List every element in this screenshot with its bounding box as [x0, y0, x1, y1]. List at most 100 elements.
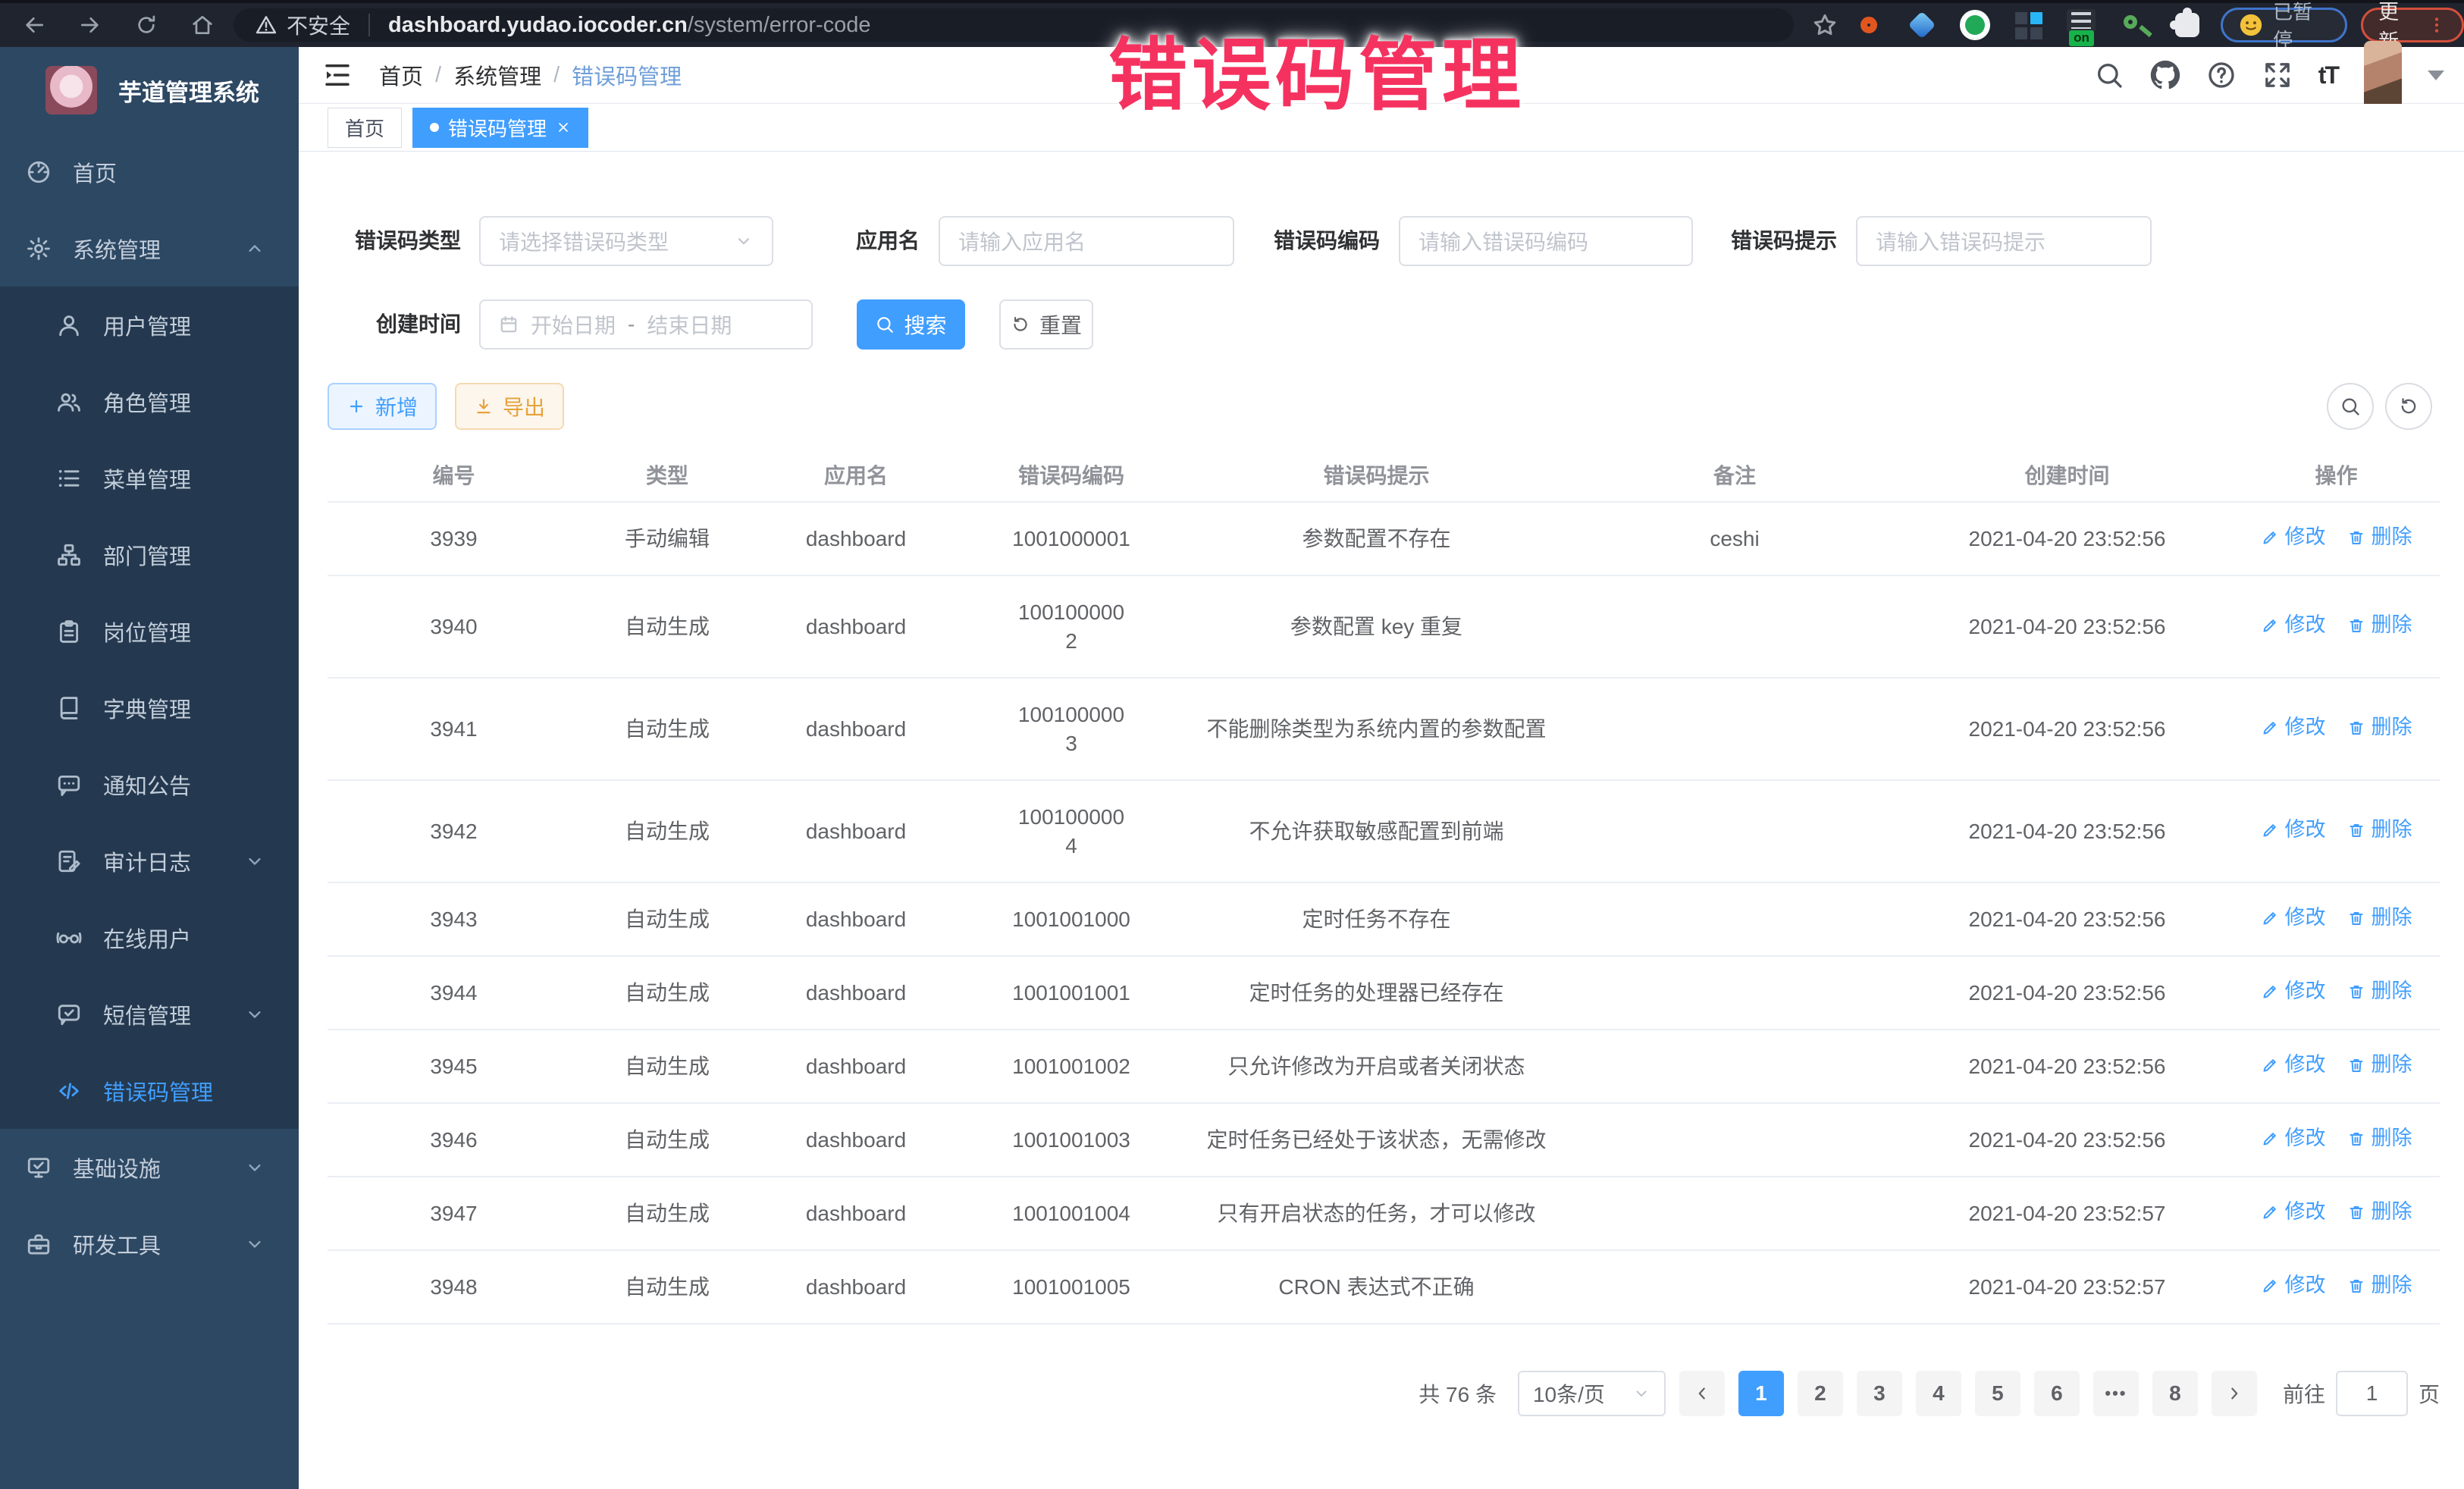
export-button[interactable]: 导出 — [455, 383, 564, 430]
breadcrumb-item[interactable]: 首页 — [379, 59, 423, 91]
sidebar-item-label: 角色管理 — [103, 386, 191, 418]
sidebar-item-role-management[interactable]: 角色管理 — [0, 363, 299, 440]
edit-link[interactable]: 修改 — [2261, 523, 2326, 550]
browser-menu-icon[interactable] — [2427, 15, 2447, 35]
page-size-select[interactable]: 10条/页 — [1518, 1371, 1666, 1416]
sidebar-item-system-management[interactable]: 系统管理 — [0, 210, 299, 287]
github-icon[interactable] — [2150, 60, 2180, 90]
edit-link[interactable]: 修改 — [2261, 816, 2326, 843]
breadcrumb-item[interactable]: 系统管理 — [453, 59, 541, 91]
puzzle-extension-icon[interactable] — [2171, 8, 2204, 42]
pagination-page[interactable]: 4 — [1916, 1371, 1961, 1416]
forward-icon[interactable] — [76, 11, 105, 39]
pagination-page-more[interactable]: ••• — [2093, 1371, 2139, 1416]
edit-link[interactable]: 修改 — [2261, 713, 2326, 741]
gem-extension-icon[interactable] — [1905, 8, 1939, 42]
delete-link[interactable]: 删除 — [2347, 904, 2412, 931]
sidebar-item-sms-management[interactable]: 短信管理 — [0, 976, 299, 1052]
sidebar-item-post-management[interactable]: 岗位管理 — [0, 593, 299, 669]
search-icon[interactable] — [2094, 60, 2124, 90]
sidebar-item-error-code-management[interactable]: 错误码管理 — [0, 1052, 299, 1129]
sidebar-item-audit-log[interactable]: 审计日志 — [0, 823, 299, 899]
sidebar-item-infrastructure[interactable]: 基础设施 — [0, 1129, 299, 1205]
pagination-page[interactable]: 1 — [1738, 1371, 1784, 1416]
help-icon[interactable] — [2206, 60, 2237, 90]
error-hint-input[interactable]: 请输入错误码提示 — [1856, 216, 2152, 266]
edit-link[interactable]: 修改 — [2261, 904, 2326, 931]
add-button[interactable]: 新增 — [328, 383, 437, 430]
sidebar-item-menu-management[interactable]: 菜单管理 — [0, 440, 299, 516]
delete-link[interactable]: 删除 — [2347, 1124, 2412, 1152]
edit-icon — [2261, 1130, 2279, 1148]
sidebar-item-dict-management[interactable]: 字典管理 — [0, 669, 299, 746]
paused-extension-chip[interactable]: 已暂停 — [2221, 8, 2347, 42]
bookmark-star-icon[interactable] — [1810, 11, 1839, 39]
cell-hint: 定时任务不存在 — [1185, 882, 1568, 956]
cell-actions: 修改删除 — [2233, 502, 2440, 575]
edit-link-label: 修改 — [2285, 1051, 2326, 1078]
browser-update-button[interactable]: 更新 — [2361, 8, 2464, 42]
tab-active[interactable]: 错误码管理 — [412, 108, 588, 148]
back-icon[interactable] — [20, 11, 49, 39]
tab-0[interactable]: 首页 — [328, 108, 402, 148]
delete-link[interactable]: 删除 — [2347, 523, 2412, 550]
v-extension-icon[interactable] — [1958, 8, 1992, 42]
reload-icon[interactable] — [132, 11, 161, 39]
create-time-range-picker[interactable]: 开始日期 - 结束日期 — [479, 299, 813, 350]
delete-link[interactable]: 删除 — [2347, 611, 2412, 638]
delete-link[interactable]: 删除 — [2347, 1198, 2412, 1225]
pagination-prev[interactable] — [1679, 1371, 1725, 1416]
goto-page-input[interactable] — [2336, 1371, 2408, 1416]
pagination-page[interactable]: 5 — [1975, 1371, 2020, 1416]
edit-icon — [2261, 719, 2279, 737]
search-button[interactable]: 搜索 — [857, 299, 965, 350]
edit-link[interactable]: 修改 — [2261, 1198, 2326, 1225]
pagination-next[interactable] — [2212, 1371, 2257, 1416]
sidebar-item-home[interactable]: 首页 — [0, 133, 299, 210]
adblock-extension-icon[interactable] — [1852, 8, 1886, 42]
calendar-icon — [499, 315, 519, 334]
cell-type: 自动生成 — [580, 1030, 754, 1103]
delete-link[interactable]: 删除 — [2347, 816, 2412, 843]
app-name-input[interactable]: 请输入应用名 — [939, 216, 1234, 266]
sidebar-item-online-users[interactable]: 在线用户 — [0, 899, 299, 976]
pagination-page[interactable]: 3 — [1857, 1371, 1902, 1416]
edit-link[interactable]: 修改 — [2261, 611, 2326, 638]
delete-link[interactable]: 删除 — [2347, 1051, 2412, 1078]
switch-extension-icon[interactable]: on — [2064, 8, 2098, 42]
key-extension-icon[interactable] — [2118, 8, 2151, 42]
reset-button[interactable]: 重置 — [999, 299, 1093, 350]
error-code-input[interactable]: 请输入错误码编码 — [1399, 216, 1693, 266]
pagination-page[interactable]: 6 — [2034, 1371, 2080, 1416]
grid-extension-icon[interactable] — [2011, 8, 2045, 42]
close-icon[interactable] — [556, 120, 571, 135]
toggle-search-button[interactable] — [2327, 383, 2374, 430]
edit-link[interactable]: 修改 — [2261, 977, 2326, 1005]
sidebar-item-dept-management[interactable]: 部门管理 — [0, 516, 299, 593]
sidebar-toggle-icon[interactable] — [321, 59, 353, 91]
user-avatar[interactable] — [2364, 41, 2402, 109]
cell-hint: 不能删除类型为系统内置的参数配置 — [1185, 678, 1568, 780]
home-icon[interactable] — [188, 11, 217, 39]
avatar-dropdown-caret-icon[interactable] — [2428, 71, 2444, 80]
delete-link[interactable]: 删除 — [2347, 1271, 2412, 1299]
delete-link[interactable]: 删除 — [2347, 977, 2412, 1005]
fullscreen-icon[interactable] — [2262, 60, 2293, 90]
error-type-select[interactable]: 请选择错误码类型 — [479, 216, 773, 266]
delete-link[interactable]: 删除 — [2347, 713, 2412, 741]
sidebar-item-user-management[interactable]: 用户管理 — [0, 287, 299, 363]
table-row: 3941自动生成dashboard1001000003不能删除类型为系统内置的参… — [328, 678, 2440, 780]
pagination-page[interactable]: 2 — [1798, 1371, 1843, 1416]
sidebar-item-dev-tools[interactable]: 研发工具 — [0, 1205, 299, 1282]
font-size-icon[interactable]: tT — [2318, 61, 2338, 89]
chevron-down-icon — [1632, 1384, 1651, 1403]
refresh-table-button[interactable] — [2385, 383, 2432, 430]
sidebar-item-notice-announcement[interactable]: 通知公告 — [0, 746, 299, 823]
url-bar[interactable]: 不安全 dashboard.yudao.iocoder.cn/system/er… — [234, 8, 1794, 42]
pagination-page[interactable]: 8 — [2152, 1371, 2198, 1416]
edit-link[interactable]: 修改 — [2261, 1271, 2326, 1299]
edit-link[interactable]: 修改 — [2261, 1124, 2326, 1152]
edit-link[interactable]: 修改 — [2261, 1051, 2326, 1078]
sidebar-logo[interactable]: 芋道管理系统 — [0, 47, 299, 133]
security-warning[interactable]: 不安全 — [255, 10, 350, 40]
